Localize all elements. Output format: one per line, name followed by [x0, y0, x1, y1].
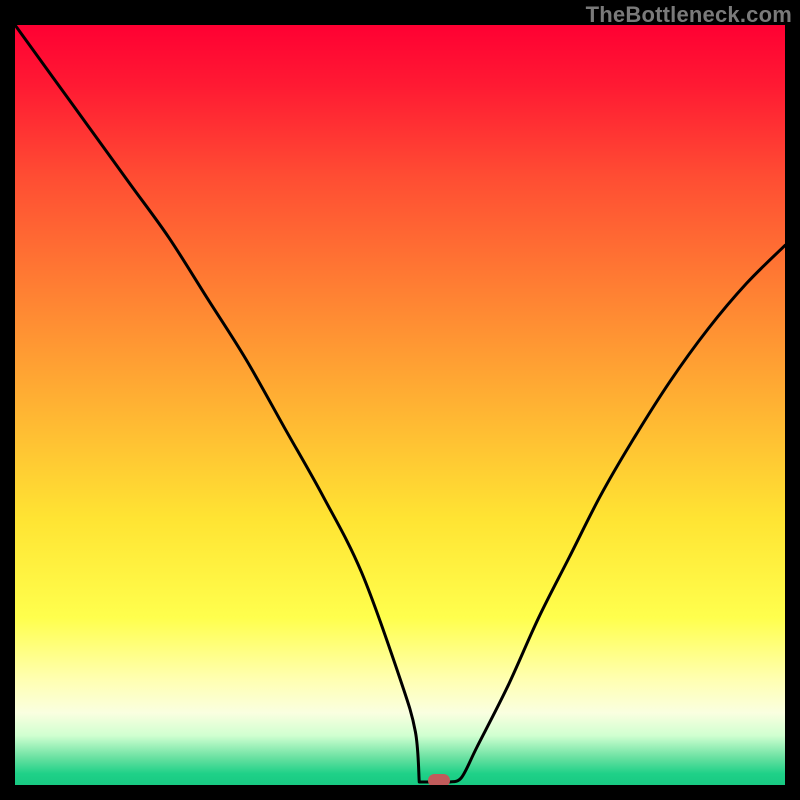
chart-frame: TheBottleneck.com [0, 0, 800, 800]
optimal-point-marker [428, 774, 450, 785]
gradient-background [15, 25, 785, 785]
plot-area [15, 25, 785, 785]
chart-svg [15, 25, 785, 785]
